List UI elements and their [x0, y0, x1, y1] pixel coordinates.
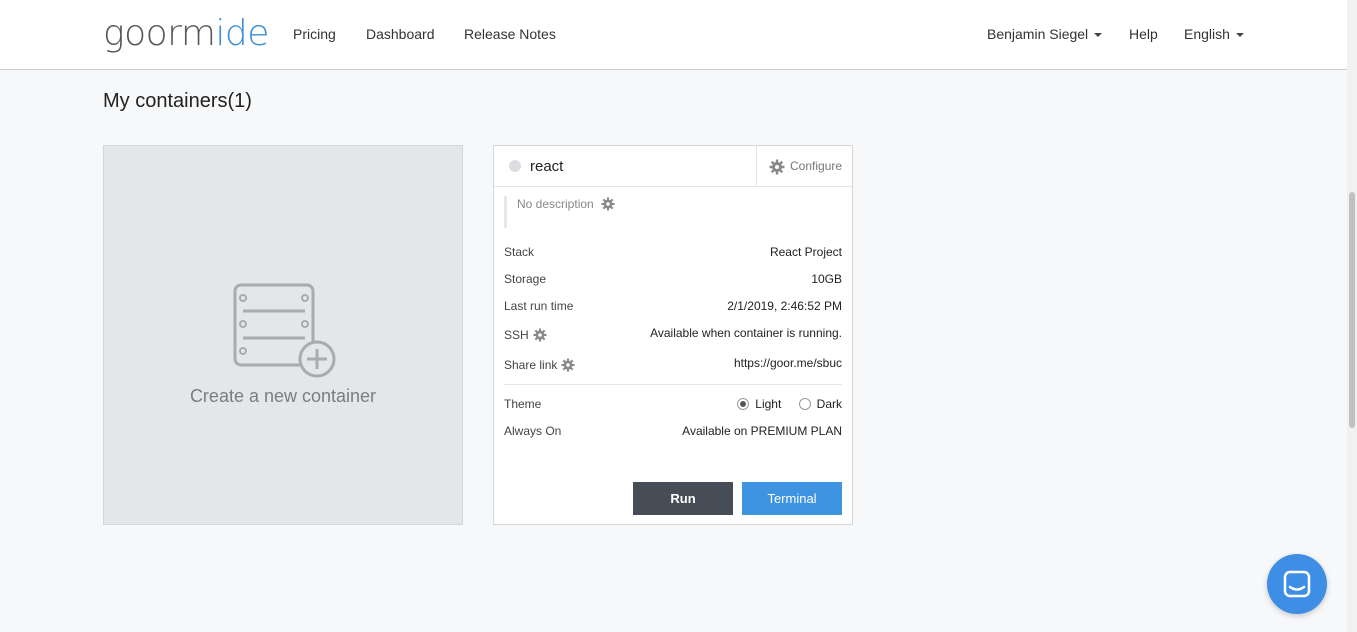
last-run-value: 2/1/2019, 2:46:52 PM	[727, 299, 842, 313]
goormide-logo[interactable]: goormide	[103, 14, 269, 54]
terminal-button[interactable]: Terminal	[742, 482, 842, 515]
chevron-down-icon	[1235, 33, 1244, 38]
create-container-card[interactable]: Create a new container	[103, 145, 463, 525]
gear-icon[interactable]	[601, 197, 615, 211]
theme-dark-radio[interactable]: Dark	[798, 397, 842, 411]
chat-icon	[1283, 570, 1311, 598]
configure-label: Configure	[790, 159, 843, 173]
status-indicator	[509, 160, 521, 172]
container-name[interactable]: react	[530, 158, 563, 175]
scrollbar-thumb[interactable]	[1349, 192, 1355, 428]
share-link-key: Share link	[504, 358, 575, 372]
gear-icon[interactable]	[561, 358, 575, 372]
gear-icon[interactable]	[533, 328, 547, 342]
top-navbar: goormide Pricing Dashboard Release Notes…	[0, 0, 1347, 70]
theme-label: Theme	[504, 397, 542, 411]
language-menu[interactable]: English	[1184, 26, 1244, 42]
nav-release-notes[interactable]: Release Notes	[464, 26, 556, 42]
theme-dark-label: Dark	[816, 397, 842, 411]
container-card-header: react Configure	[494, 146, 852, 187]
configure-button[interactable]: Configure	[756, 146, 852, 187]
language-label: English	[1184, 26, 1230, 42]
ssh-value: Available when container is running.	[650, 326, 842, 340]
storage-label: Storage	[504, 272, 547, 286]
stack-value: React Project	[769, 245, 842, 259]
description: No description	[517, 197, 615, 211]
page-scrollbar[interactable]	[1347, 0, 1357, 632]
theme-options: Light Dark	[737, 397, 842, 411]
always-on-label: Always On	[504, 424, 562, 438]
description-text: No description	[517, 197, 594, 211]
user-menu[interactable]: Benjamin Siegel	[987, 26, 1103, 42]
radio-selected-icon	[737, 398, 750, 410]
nav-help[interactable]: Help	[1129, 26, 1158, 42]
radio-unselected-icon	[798, 398, 811, 410]
page-title: My containers(1)	[103, 90, 252, 112]
nav-dashboard[interactable]: Dashboard	[366, 26, 435, 42]
divider	[504, 384, 842, 385]
storage-value: 10GB	[811, 272, 842, 286]
server-add-icon	[233, 283, 336, 378]
container-card: react Configure No description Stack Rea…	[493, 145, 853, 525]
share-link-label: Share link	[504, 358, 558, 372]
nav-pricing[interactable]: Pricing	[293, 26, 336, 42]
chat-button[interactable]	[1267, 554, 1327, 614]
chevron-down-icon	[1094, 33, 1103, 38]
gear-icon	[769, 159, 785, 175]
description-bar	[504, 196, 507, 228]
ssh-label: SSH	[504, 328, 529, 342]
share-link-value[interactable]: https://goor.me/sbuc	[734, 356, 842, 370]
user-name: Benjamin Siegel	[987, 26, 1089, 42]
theme-light-radio[interactable]: Light	[737, 397, 781, 411]
ssh-key: SSH	[504, 328, 547, 342]
last-run-label: Last run time	[504, 299, 574, 313]
run-button[interactable]: Run	[633, 482, 733, 515]
stack-label: Stack	[504, 245, 535, 259]
create-container-label: Create a new container	[189, 386, 377, 406]
always-on-value: Available on PREMIUM PLAN	[682, 424, 842, 438]
theme-light-label: Light	[755, 397, 782, 411]
